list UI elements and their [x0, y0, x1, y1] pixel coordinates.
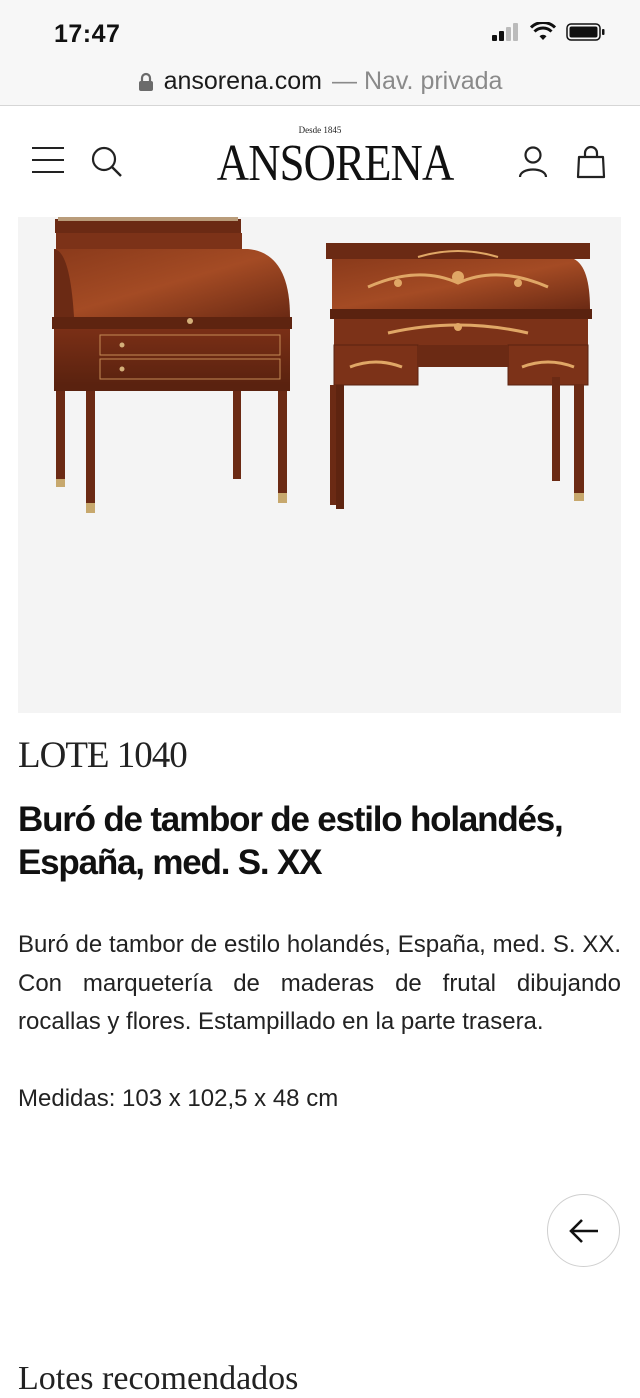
- status-time: 17:47: [54, 20, 121, 48]
- bureau-illustration: [52, 217, 592, 513]
- lot-description: Buró de tambor de estilo holandés, Españ…: [18, 931, 621, 1035]
- recommended-lots-heading: Lotes recomendados: [18, 1360, 299, 1397]
- hamburger-menu-icon[interactable]: [32, 147, 64, 177]
- logo-tagline: Desde 1845: [298, 125, 342, 135]
- private-browsing-label: — Nav. privada: [332, 67, 503, 95]
- user-icon[interactable]: [518, 145, 548, 179]
- url-domain: ansorena.com: [163, 67, 322, 95]
- search-icon[interactable]: [90, 145, 124, 179]
- battery-icon: [566, 23, 605, 41]
- lock-icon: [138, 72, 153, 91]
- back-button[interactable]: [547, 1194, 620, 1267]
- product-image[interactable]: [18, 217, 621, 713]
- lot-number: LOTE 1040: [18, 735, 188, 776]
- status-icons: [492, 22, 606, 42]
- site-logo[interactable]: Desde 1845 ANSORENA: [200, 125, 454, 193]
- site-header: Desde 1845 ANSORENA: [0, 107, 640, 217]
- wifi-icon: [530, 22, 556, 40]
- arrow-left-icon: [568, 1218, 598, 1243]
- right-bureau: [326, 243, 592, 509]
- logo-name: ANSORENA: [216, 135, 454, 192]
- shopping-bag-icon[interactable]: [576, 145, 606, 179]
- lot-title: Buró de tambor de estilo holandés, Españ…: [18, 800, 564, 882]
- lot-measures: Medidas: 103 x 102,5 x 48 cm: [18, 1085, 339, 1112]
- status-bar: 17:47: [0, 0, 640, 58]
- signal-icon: [492, 23, 518, 41]
- left-bureau: [52, 217, 292, 513]
- browser-url-bar[interactable]: ansorena.com — Nav. privada: [0, 58, 640, 106]
